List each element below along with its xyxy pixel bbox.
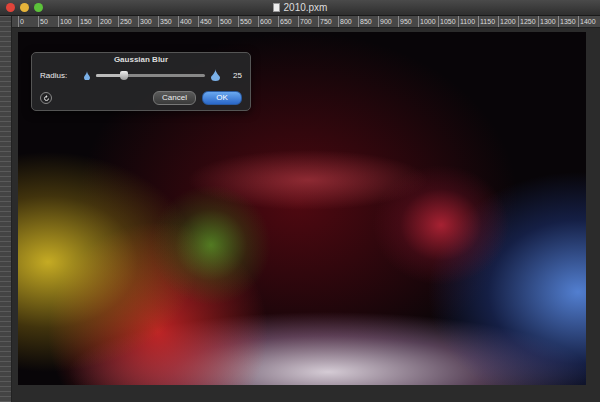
radius-slider-fill xyxy=(96,74,124,77)
reset-icon xyxy=(43,95,50,102)
vertical-ruler xyxy=(0,16,12,402)
ruler-tick: 1250 xyxy=(518,16,538,27)
canvas-column: 0501001502002503003504004505005506006507… xyxy=(12,16,600,402)
ruler-tick: 500 xyxy=(218,16,238,27)
ruler-tick: 200 xyxy=(98,16,118,27)
horizontal-ruler: 0501001502002503003504004505005506006507… xyxy=(12,16,600,28)
ruler-tick: 350 xyxy=(158,16,178,27)
radius-row: Radius: 25 xyxy=(40,69,242,81)
button-row: Cancel OK xyxy=(40,91,242,105)
ruler-tick: 1300 xyxy=(538,16,558,27)
radius-label: Radius: xyxy=(40,71,78,80)
ruler-tick: 750 xyxy=(318,16,338,27)
ruler-tick: 1350 xyxy=(558,16,578,27)
ruler-tick: 650 xyxy=(278,16,298,27)
ruler-tick: 250 xyxy=(118,16,138,27)
ruler-tick: 300 xyxy=(138,16,158,27)
minimize-button[interactable] xyxy=(20,3,29,12)
reset-button[interactable] xyxy=(40,92,52,104)
button-label: Cancel xyxy=(162,93,187,102)
zoom-button[interactable] xyxy=(34,3,43,12)
ruler-tick: 50 xyxy=(38,16,58,27)
ruler-tick: 850 xyxy=(358,16,378,27)
ruler-tick: 700 xyxy=(298,16,318,27)
dialog-button[interactable]: OK xyxy=(202,91,242,105)
ruler-tick: 100 xyxy=(58,16,78,27)
ruler-tick: 150 xyxy=(78,16,98,27)
ruler-tick: 800 xyxy=(338,16,358,27)
ruler-tick: 550 xyxy=(238,16,258,27)
ruler-tick: 1050 xyxy=(438,16,458,27)
panel-title: Gaussian Blur xyxy=(40,55,242,65)
slider-thumb[interactable] xyxy=(120,71,128,80)
workspace: 0501001502002503003504004505005506006507… xyxy=(0,16,600,402)
ruler-tick: 0 xyxy=(18,16,38,27)
title-bar: 2010.pxm xyxy=(0,0,600,16)
ruler-tick: 450 xyxy=(198,16,218,27)
radius-value: 25 xyxy=(226,71,242,80)
button-label: OK xyxy=(216,93,228,102)
ruler-tick: 900 xyxy=(378,16,398,27)
ruler-tick: 950 xyxy=(398,16,418,27)
ruler-tick: 1150 xyxy=(478,16,498,27)
close-button[interactable] xyxy=(6,3,15,12)
large-drop-icon xyxy=(211,69,220,81)
ruler-tick: 1000 xyxy=(418,16,438,27)
ruler-tick: 400 xyxy=(178,16,198,27)
ruler-tick: 600 xyxy=(258,16,278,27)
window-title: 2010.pxm xyxy=(284,2,328,13)
ruler-tick: 1400 xyxy=(578,16,598,27)
canvas-area: Gaussian Blur Radius: 25 Cancel OK xyxy=(12,28,600,402)
dialog-button[interactable]: Cancel xyxy=(153,91,196,105)
document-icon xyxy=(273,3,280,12)
gaussian-blur-panel: Gaussian Blur Radius: 25 Cancel OK xyxy=(31,52,251,111)
window-controls xyxy=(0,3,43,12)
window-title-area: 2010.pxm xyxy=(0,0,600,15)
ruler-tick: 1200 xyxy=(498,16,518,27)
radius-slider[interactable] xyxy=(96,74,205,77)
ruler-tick: 1100 xyxy=(458,16,478,27)
small-drop-icon xyxy=(84,71,90,80)
